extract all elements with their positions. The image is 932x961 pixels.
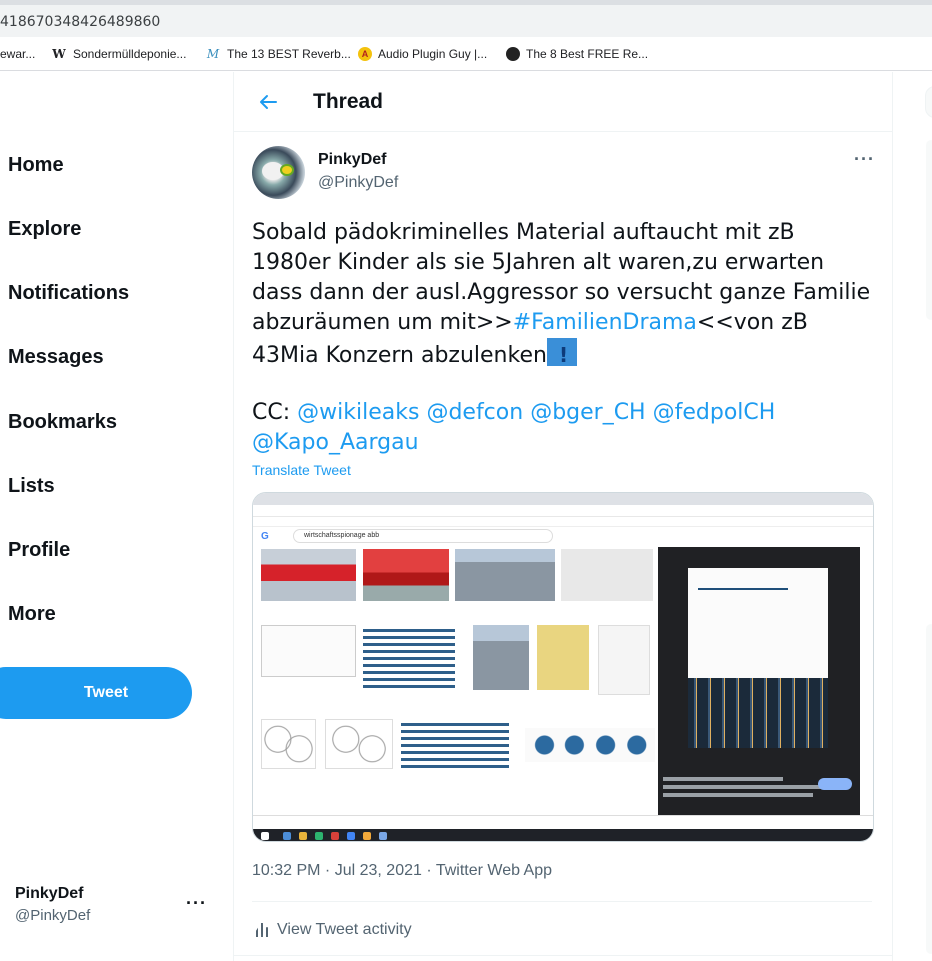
wikipedia-icon: W <box>52 47 66 61</box>
address-bar[interactable]: 418670348426489860 <box>0 5 932 37</box>
tweet-image[interactable]: G wirtschaftsspionage abb <box>252 492 874 842</box>
tweet-text: Sobald pädokriminelles Material auftauch… <box>252 218 872 371</box>
tweet-divider <box>252 901 872 902</box>
image-thumbnail <box>261 549 356 601</box>
site-icon <box>506 47 520 61</box>
image-thumbnail <box>455 549 555 601</box>
nav-notifications[interactable]: Notifications <box>8 282 129 305</box>
column-divider <box>233 72 234 961</box>
sidebar-card <box>926 140 932 320</box>
image-browser-tabs <box>253 493 873 505</box>
image-preview-building <box>688 678 828 748</box>
view-tweet-activity[interactable]: View Tweet activity <box>256 921 412 939</box>
column-divider <box>892 72 893 961</box>
bookmark-label: Audio Plugin Guy |... <box>378 47 488 61</box>
view-tweet-activity-label: View Tweet activity <box>277 921 412 938</box>
audio-plugin-guy-icon: A <box>358 47 372 61</box>
image-thumbnail <box>261 719 316 769</box>
nav-home[interactable]: Home <box>8 154 64 177</box>
image-thumbnail <box>561 549 653 601</box>
bookmark-item[interactable]: A Audio Plugin Guy |... <box>358 46 487 62</box>
hashtag-link[interactable]: #FamilienDrama <box>513 310 697 335</box>
bookmark-label: Sondermülldeponie... <box>73 47 187 61</box>
cc-prefix: CC: <box>252 400 298 425</box>
tweet-more-icon[interactable]: ··· <box>854 149 875 170</box>
bookmark-item[interactable]: M The 13 BEST Reverb... <box>205 46 351 62</box>
image-thumbnail <box>401 719 509 769</box>
address-url[interactable]: 418670348426489860 <box>0 14 160 30</box>
back-arrow-icon[interactable] <box>256 90 280 114</box>
tweet-timestamp[interactable]: 10:32 PM · Jul 23, 2021 · Twitter Web Ap… <box>252 862 552 880</box>
bookmark-item[interactable]: The 8 Best FREE Re... <box>506 46 648 62</box>
bookmark-label: The 13 BEST Reverb... <box>227 47 351 61</box>
search-field[interactable] <box>925 86 932 118</box>
nav-profile[interactable]: Profile <box>8 539 70 562</box>
bookmark-item[interactable]: ewar... <box>0 46 35 62</box>
bookmark-label: The 8 Best FREE Re... <box>526 47 649 61</box>
image-downloads-bar <box>253 815 873 829</box>
author-name[interactable]: PinkyDef <box>318 151 386 169</box>
image-thumbnail <box>261 625 356 677</box>
mention-link[interactable]: @bger_CH <box>530 400 645 425</box>
header-divider <box>234 131 892 132</box>
sidebar-card <box>926 624 932 954</box>
tweet-button[interactable]: Tweet <box>0 667 192 719</box>
image-preview-visit-button <box>818 778 852 790</box>
account-handle: @PinkyDef <box>15 907 91 924</box>
image-search-box: wirtschaftsspionage abb <box>293 529 553 543</box>
musician-on-a-mission-icon: M <box>206 47 220 61</box>
warning-sign-icon <box>546 338 577 370</box>
nav-lists[interactable]: Lists <box>8 475 55 498</box>
image-taskbar <box>253 829 873 841</box>
image-thumbnail <box>363 549 449 601</box>
nav-bookmarks[interactable]: Bookmarks <box>8 411 117 434</box>
image-browser-url <box>253 505 873 517</box>
mention-link[interactable]: @Kapo_Aargau <box>252 430 419 455</box>
image-google-logo: G <box>261 531 269 542</box>
bookmark-item[interactable]: W Sondermülldeponie... <box>51 46 186 62</box>
avatar[interactable] <box>252 146 305 199</box>
translate-tweet-link[interactable]: Translate Tweet <box>252 462 351 478</box>
bookmarks-bar: ewar... W Sondermülldeponie... M The 13 … <box>0 37 932 71</box>
bookmark-label: ewar... <box>0 47 36 61</box>
mention-link[interactable]: @wikileaks <box>297 400 419 425</box>
image-thumbnail <box>325 719 393 769</box>
nav-messages[interactable]: Messages <box>8 346 104 369</box>
account-name: PinkyDef <box>15 885 84 902</box>
image-search-query: wirtschaftsspionage abb <box>304 532 380 539</box>
account-more-icon[interactable]: ··· <box>186 893 207 914</box>
author-handle[interactable]: @PinkyDef <box>318 174 398 192</box>
nav-explore[interactable]: Explore <box>8 218 81 241</box>
image-thumbnail <box>473 625 529 690</box>
image-thumbnail <box>598 625 650 695</box>
tweet-mentions: CC: @wikileaks @defcon @bger_CH @fedpolC… <box>252 398 872 458</box>
image-browser-bookmarks <box>253 517 873 527</box>
image-thumbnail <box>537 625 589 690</box>
image-thumbnail <box>363 625 455 690</box>
mention-link[interactable]: @fedpolCH <box>653 400 776 425</box>
mention-link[interactable]: @defcon <box>426 400 523 425</box>
image-thumbnail <box>525 728 655 762</box>
nav-more[interactable]: More <box>8 603 56 626</box>
page-title: Thread <box>313 90 384 113</box>
analytics-icon <box>256 923 268 937</box>
tweet-divider <box>234 955 892 956</box>
